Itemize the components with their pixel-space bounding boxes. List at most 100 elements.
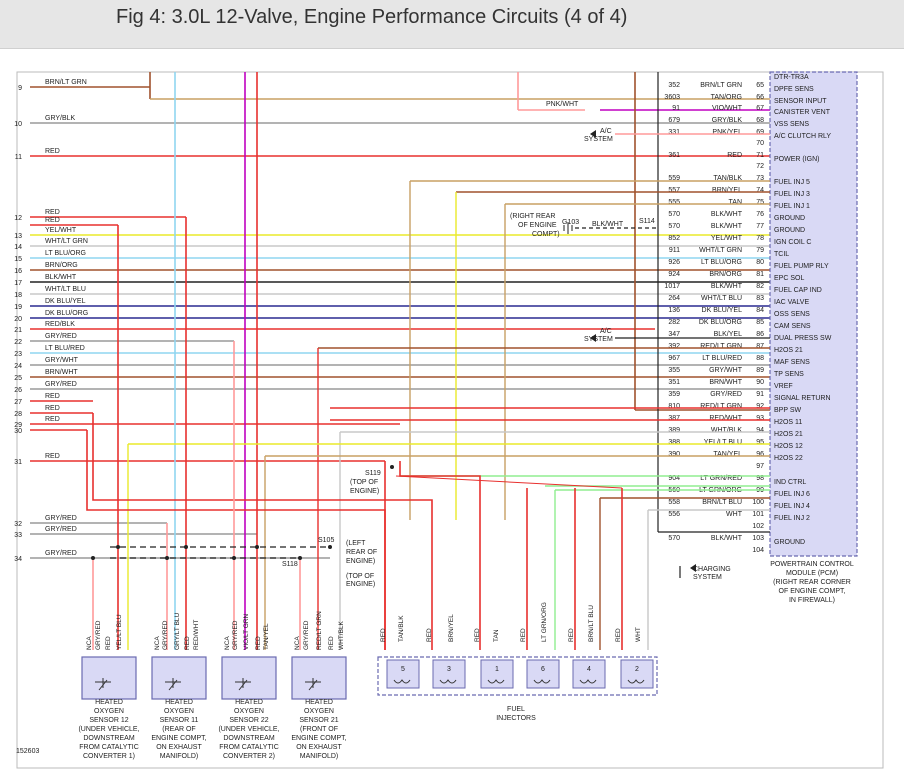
pcm-wire-label: WHT/BLK <box>711 427 742 434</box>
injector-wire-label: RED <box>568 628 575 642</box>
pcm-wire-label: RED/LT GRN <box>700 403 742 410</box>
pcm-pin-number: 88 <box>756 355 764 362</box>
sensor-caption: SENSOR 22 <box>229 717 268 724</box>
circuit-number: 679 <box>668 117 680 124</box>
callout-label: (TOP OF <box>350 479 378 486</box>
wire-number: 22 <box>14 339 22 346</box>
circuit-number: 558 <box>668 499 680 506</box>
circuit-number: 352 <box>668 82 680 89</box>
pcm-function-label: FUEL INJ 6 <box>774 491 810 498</box>
pcm-function-label: POWER (IGN) <box>774 156 820 163</box>
sensor-caption: ENGINE COMPT, <box>291 735 346 742</box>
wire-number: 33 <box>14 532 22 539</box>
injector-number: 4 <box>587 666 591 673</box>
sensor-pin-label: YEL/LT BLU <box>116 614 123 650</box>
wire-label: BLK/WHT <box>45 274 77 281</box>
callout-label: COMPT) <box>532 231 560 238</box>
injector-wire-label: RED <box>380 628 387 642</box>
wire-label: GRY/RED <box>45 381 77 388</box>
pcm-wire-label: BLK/WHT <box>711 223 743 230</box>
pcm-function-label: SENSOR INPUT <box>774 98 827 105</box>
pcm-pin-number: 74 <box>756 187 764 194</box>
sensor-caption: DOWNSTREAM <box>223 735 275 742</box>
pcm-pin-number: 79 <box>756 247 764 254</box>
sensor-caption: (UNDER VEHICLE, <box>78 726 139 733</box>
pcm-function-label: CANISTER VENT <box>774 109 831 116</box>
pcm-pin-number: 96 <box>756 451 764 458</box>
pcm-function-label: FUEL CAP IND <box>774 287 822 294</box>
pcm-pin-number: 104 <box>752 547 764 554</box>
pcm-pin-number: 103 <box>752 535 764 542</box>
pcm-wire-label: RED/WHT <box>709 415 742 422</box>
pcm-function-label: A/C CLUTCH RLY <box>774 133 831 140</box>
sensor-caption: OXYGEN <box>304 708 334 715</box>
pcm-function-label: FUEL INJ 5 <box>774 179 810 186</box>
pcm-caption: MODULE (PCM) <box>786 570 838 577</box>
pcm-wire-label: WHT <box>726 511 743 518</box>
wire-label: RED <box>45 416 60 423</box>
circuit-number: 91 <box>672 105 680 112</box>
sensor-caption: SENSOR 12 <box>89 717 128 724</box>
circuit-number: 361 <box>668 152 680 159</box>
oxygen-sensor-box <box>151 656 207 700</box>
callout-label: ENGINE) <box>346 581 375 588</box>
pcm-wire-label: PNK/YEL <box>712 129 742 136</box>
pcm-caption: (RIGHT REAR CORNER <box>773 579 851 586</box>
sensor-pin-label: RED/WHT <box>193 620 200 650</box>
circuit-number: 331 <box>668 129 680 136</box>
sensor-pin-label: NCA <box>294 636 301 650</box>
pcm-pin-number: 94 <box>756 427 764 434</box>
sensor-caption: OXYGEN <box>234 708 264 715</box>
callout-label: SYSTEM <box>584 336 613 343</box>
wire-label: GRY/RED <box>45 526 77 533</box>
wire-number: 9 <box>18 85 22 92</box>
wire-number: 34 <box>14 556 22 563</box>
circuit-number: 282 <box>668 319 680 326</box>
pcm-pin-number: 82 <box>756 283 764 290</box>
injector-group-box <box>377 656 658 696</box>
pcm-wire-label: TAN/ORG <box>711 94 742 101</box>
pcm-function-label: IND CTRL <box>774 479 806 486</box>
splice-id: S118 <box>282 561 298 568</box>
pcm-function-label: CAM SENS <box>774 323 811 330</box>
wire-number: 27 <box>14 399 22 406</box>
pcm-pin-number: 66 <box>756 94 764 101</box>
fuel-injector <box>480 659 514 689</box>
splice-dot <box>116 545 120 549</box>
injector-number: 1 <box>495 666 499 673</box>
wire-label: WHT/LT BLU <box>45 286 86 293</box>
wire-label: DK BLU/YEL <box>45 298 86 305</box>
splice-dot <box>328 545 332 549</box>
circuit-number: 924 <box>668 271 680 278</box>
pcm-wire-label: BRN/YEL <box>712 187 742 194</box>
pcm-function-label: OSS SENS <box>774 311 810 318</box>
pcm-pin-number: 86 <box>756 331 764 338</box>
pcm-function-label: MAF SENS <box>774 359 810 366</box>
pcm-pin-number: 85 <box>756 319 764 326</box>
sensor-pin-label: GRY/RED <box>303 620 310 650</box>
wire-number: 18 <box>14 292 22 299</box>
wire-label: GRY/RED <box>45 550 77 557</box>
pcm-pin-number: 100 <box>752 499 764 506</box>
wire-label: RED <box>45 453 60 460</box>
splice-dot <box>232 556 236 560</box>
pcm-wire-label: VIO/WHT <box>712 105 743 112</box>
sensor-caption: HEATED <box>165 699 193 706</box>
wire-label: GRY/WHT <box>45 357 79 364</box>
injector-wire-label: BRN/YEL <box>448 614 455 642</box>
oxygen-sensor-box <box>81 656 137 700</box>
pcm-function-label: H2OS 21 <box>774 347 803 354</box>
sensor-caption: FROM CATALYTIC <box>219 744 279 751</box>
wire-number: 19 <box>14 304 22 311</box>
pcm-pin-number: 77 <box>756 223 764 230</box>
callout-label: SYSTEM <box>693 574 722 581</box>
wiring-diagram: 9BRN/LT GRN10GRY/BLK11RED12REDRED13YEL/W… <box>14 71 884 769</box>
circuit-number: 387 <box>668 415 680 422</box>
pcm-wire-label: LT BLU/ORG <box>701 259 742 266</box>
sensor-pin-label: TAN/YEL <box>263 623 270 650</box>
callout-label: (RIGHT REAR <box>510 213 555 220</box>
splice-dot <box>184 545 188 549</box>
sensor-caption: (REAR OF <box>162 726 195 733</box>
splice-dot <box>91 556 95 560</box>
pcm-wire-label: BRN/WHT <box>709 379 742 386</box>
